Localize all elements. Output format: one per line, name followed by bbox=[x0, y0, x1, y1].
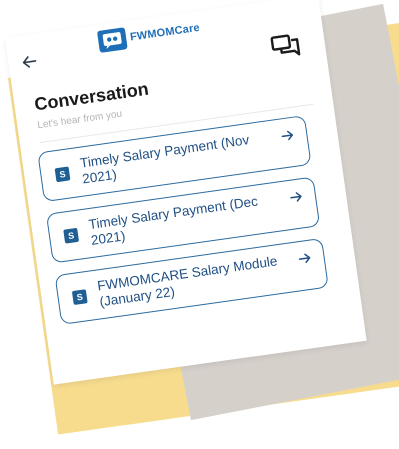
conversation-list: S Timely Salary Payment (Nov 2021) S Tim… bbox=[37, 115, 330, 337]
list-item-label: Timely Salary Payment (Dec 2021) bbox=[87, 193, 259, 248]
arrow-right-icon bbox=[288, 189, 304, 205]
arrow-left-icon[interactable] bbox=[19, 52, 39, 72]
arrow-right-icon bbox=[279, 128, 295, 144]
chat-bubbles-icon[interactable] bbox=[269, 31, 302, 61]
phone-screen: FWMOMCare Conversation Let's hear from y… bbox=[5, 0, 367, 385]
salary-badge: S bbox=[63, 227, 80, 244]
app-logo: FWMOMCare bbox=[96, 17, 201, 53]
list-item-label: Timely Salary Payment (Nov 2021) bbox=[79, 132, 251, 187]
chat-logo-icon bbox=[96, 27, 128, 53]
salary-badge: S bbox=[54, 166, 71, 183]
list-item-label: FWMOMCARE Salary Module (January 22) bbox=[96, 253, 279, 310]
arrow-right-icon bbox=[297, 251, 313, 267]
salary-badge: S bbox=[71, 289, 88, 306]
app-header: FWMOMCare bbox=[5, 0, 327, 99]
brand-name: FWMOMCare bbox=[129, 21, 201, 44]
